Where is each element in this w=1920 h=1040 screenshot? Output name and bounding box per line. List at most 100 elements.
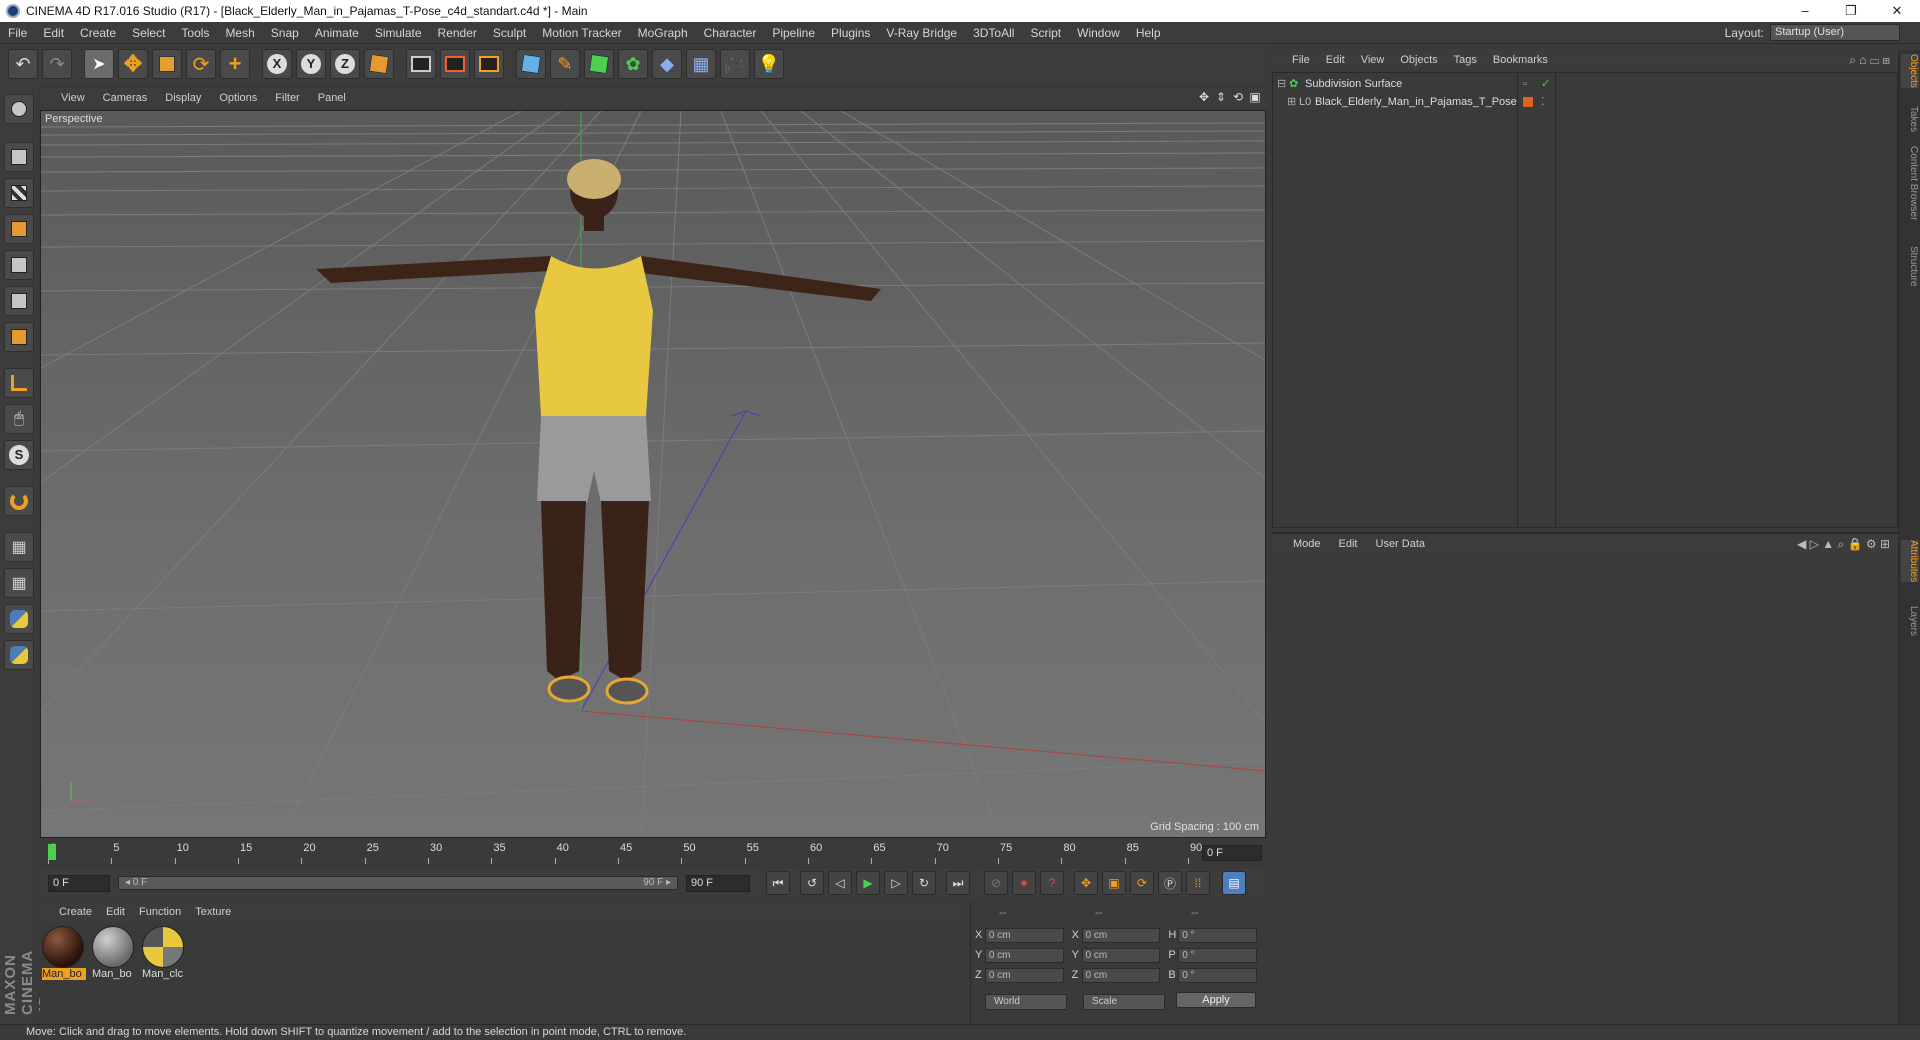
attributes-menu-user-data[interactable]: User Data bbox=[1367, 538, 1435, 550]
objects-menu-tags[interactable]: Tags bbox=[1446, 54, 1485, 66]
add-array-button[interactable]: ✿ bbox=[618, 49, 648, 79]
start-frame-field[interactable]: 0 F bbox=[48, 874, 110, 892]
key-position-button[interactable]: ✥ bbox=[1074, 871, 1098, 895]
menu-snap[interactable]: Snap bbox=[263, 22, 307, 44]
timeline-ruler[interactable]: 051015202530354045505560657075808590 0 F bbox=[40, 842, 1266, 864]
menu-render[interactable]: Render bbox=[430, 22, 485, 44]
y-axis-lock-button[interactable]: Y bbox=[296, 49, 326, 79]
coordinate-system-button[interactable] bbox=[364, 49, 394, 79]
scale-tool-button[interactable] bbox=[152, 49, 182, 79]
transform-mode-dropdown[interactable]: Scale bbox=[1083, 994, 1165, 1010]
make-editable-button[interactable] bbox=[4, 94, 34, 124]
size-y-field[interactable]: 0 cm bbox=[1081, 947, 1161, 963]
undo-button[interactable]: ↶ bbox=[8, 49, 38, 79]
menu-create[interactable]: Create bbox=[72, 22, 124, 44]
material-menu-texture[interactable]: Texture bbox=[188, 906, 238, 918]
tab-structure[interactable]: Structure bbox=[1901, 246, 1919, 287]
move-tool-button[interactable]: ✥ bbox=[118, 49, 148, 79]
add-camera-button[interactable]: 🎥 bbox=[720, 49, 750, 79]
menu-sculpt[interactable]: Sculpt bbox=[485, 22, 534, 44]
live-selection-button[interactable]: ➤ bbox=[84, 49, 114, 79]
key-pla-button[interactable]: ⁞⁞ bbox=[1186, 871, 1210, 895]
rotation-b-field[interactable]: 0 ° bbox=[1178, 967, 1258, 983]
viewport-menu-options[interactable]: Options bbox=[210, 92, 266, 104]
add-deformer-button[interactable]: ◆ bbox=[652, 49, 682, 79]
rotation-h-field[interactable]: 0 ° bbox=[1178, 927, 1258, 943]
snap-button[interactable]: S bbox=[4, 440, 34, 470]
preview-range-slider[interactable]: ◂ 0 F 90 F ▸ bbox=[118, 876, 678, 890]
rotate-tool-button[interactable]: ⟳ bbox=[186, 49, 216, 79]
playhead[interactable] bbox=[48, 844, 56, 860]
edges-mode-button[interactable] bbox=[4, 286, 34, 316]
menu-file[interactable]: File bbox=[0, 22, 35, 44]
menu-simulate[interactable]: Simulate bbox=[367, 22, 430, 44]
play-button[interactable]: ▶ bbox=[856, 871, 880, 895]
points-mode-button[interactable] bbox=[4, 250, 34, 280]
material-item[interactable]: Man_clc bbox=[142, 926, 186, 980]
menu-character[interactable]: Character bbox=[696, 22, 765, 44]
maximize-view-icon[interactable]: ▣ bbox=[1248, 90, 1262, 104]
layout-dropdown[interactable]: Startup (User) bbox=[1770, 24, 1900, 41]
add-spline-button[interactable]: ✎ bbox=[550, 49, 580, 79]
size-x-field[interactable]: 0 cm bbox=[1081, 927, 1161, 943]
menu-mesh[interactable]: Mesh bbox=[217, 22, 262, 44]
enabled-check-icon[interactable]: ✓ bbox=[1541, 75, 1550, 93]
z-axis-lock-button[interactable]: Z bbox=[330, 49, 360, 79]
viewport-menu-display[interactable]: Display bbox=[156, 92, 210, 104]
expand-panel-icon[interactable]: ⊞ bbox=[1880, 537, 1890, 551]
next-frame-button[interactable]: ▷ bbox=[884, 871, 908, 895]
axis-mode-button[interactable] bbox=[4, 368, 34, 398]
key-scale-button[interactable]: ▣ bbox=[1102, 871, 1126, 895]
menu-window[interactable]: Window bbox=[1069, 22, 1128, 44]
record-keys-disabled-button[interactable]: ⊘ bbox=[984, 871, 1008, 895]
texture-mode-button[interactable] bbox=[4, 178, 34, 208]
add-environment-button[interactable]: ▦ bbox=[686, 49, 716, 79]
material-item[interactable]: Man_bo bbox=[42, 926, 86, 980]
lock-icon[interactable]: 🔒 bbox=[1848, 537, 1863, 551]
objects-menu-file[interactable]: File bbox=[1284, 54, 1318, 66]
menu-3dtoall[interactable]: 3DToAll bbox=[965, 22, 1022, 44]
menu-vray-bridge[interactable]: V-Ray Bridge bbox=[878, 22, 965, 44]
material-item[interactable]: Man_bo bbox=[92, 926, 136, 980]
previous-frame-button[interactable]: ◁ bbox=[828, 871, 852, 895]
previous-key-button[interactable]: ↺ bbox=[800, 871, 824, 895]
expand-toggle-icon[interactable]: ⊞ bbox=[1287, 93, 1296, 111]
viewport-menu-panel[interactable]: Panel bbox=[309, 92, 355, 104]
tab-objects[interactable]: Objects bbox=[1901, 54, 1919, 88]
lock-workplane-button[interactable]: ▦ bbox=[4, 532, 34, 562]
end-frame-field[interactable]: 90 F bbox=[686, 874, 750, 892]
polygons-mode-button[interactable] bbox=[4, 322, 34, 352]
menu-mograph[interactable]: MoGraph bbox=[630, 22, 696, 44]
autokey-button[interactable]: ? bbox=[1040, 871, 1064, 895]
position-z-field[interactable]: 0 cm bbox=[984, 967, 1064, 983]
position-y-field[interactable]: 0 cm bbox=[984, 947, 1064, 963]
minimize-button[interactable]: – bbox=[1782, 0, 1828, 22]
add-cube-button[interactable] bbox=[516, 49, 546, 79]
render-picture-viewer-button[interactable] bbox=[440, 49, 470, 79]
go-to-end-button[interactable]: ⏭ bbox=[946, 871, 970, 895]
objects-menu-view[interactable]: View bbox=[1353, 54, 1393, 66]
orbit-icon[interactable]: ⟲ bbox=[1231, 90, 1245, 104]
objects-menu-objects[interactable]: Objects bbox=[1392, 54, 1445, 66]
home-icon[interactable]: ⌂ bbox=[1859, 53, 1866, 67]
go-to-start-button[interactable]: ⏮ bbox=[766, 871, 790, 895]
object-row-subdivision[interactable]: ⊟ ✿ Subdivision Surface ▫ ✓ bbox=[1273, 75, 1899, 93]
attributes-menu-mode[interactable]: Mode bbox=[1284, 538, 1330, 550]
recent-tool-button[interactable]: + bbox=[220, 49, 250, 79]
add-nurbs-button[interactable] bbox=[584, 49, 614, 79]
menu-script[interactable]: Script bbox=[1022, 22, 1069, 44]
material-tag-icon[interactable] bbox=[1523, 97, 1533, 107]
settings-icon[interactable]: ⚙ bbox=[1866, 537, 1877, 551]
material-menu-function[interactable]: Function bbox=[132, 906, 188, 918]
redo-button[interactable]: ↷ bbox=[42, 49, 72, 79]
timeline-end-field[interactable]: 0 F bbox=[1202, 845, 1262, 861]
workplane-mode-button[interactable] bbox=[4, 214, 34, 244]
render-view-button[interactable] bbox=[406, 49, 436, 79]
timeline-ticks[interactable]: 051015202530354045505560657075808590 bbox=[48, 842, 1202, 864]
grid-planar-button[interactable]: ▦ bbox=[4, 568, 34, 598]
key-parameter-button[interactable]: Ⓟ bbox=[1158, 871, 1182, 895]
viewport-menu-cameras[interactable]: Cameras bbox=[94, 92, 157, 104]
tab-content-browser[interactable]: Content Browser bbox=[1901, 146, 1919, 220]
back-arrow-icon[interactable]: ◀ bbox=[1797, 537, 1806, 551]
magnet-button[interactable] bbox=[4, 486, 34, 516]
